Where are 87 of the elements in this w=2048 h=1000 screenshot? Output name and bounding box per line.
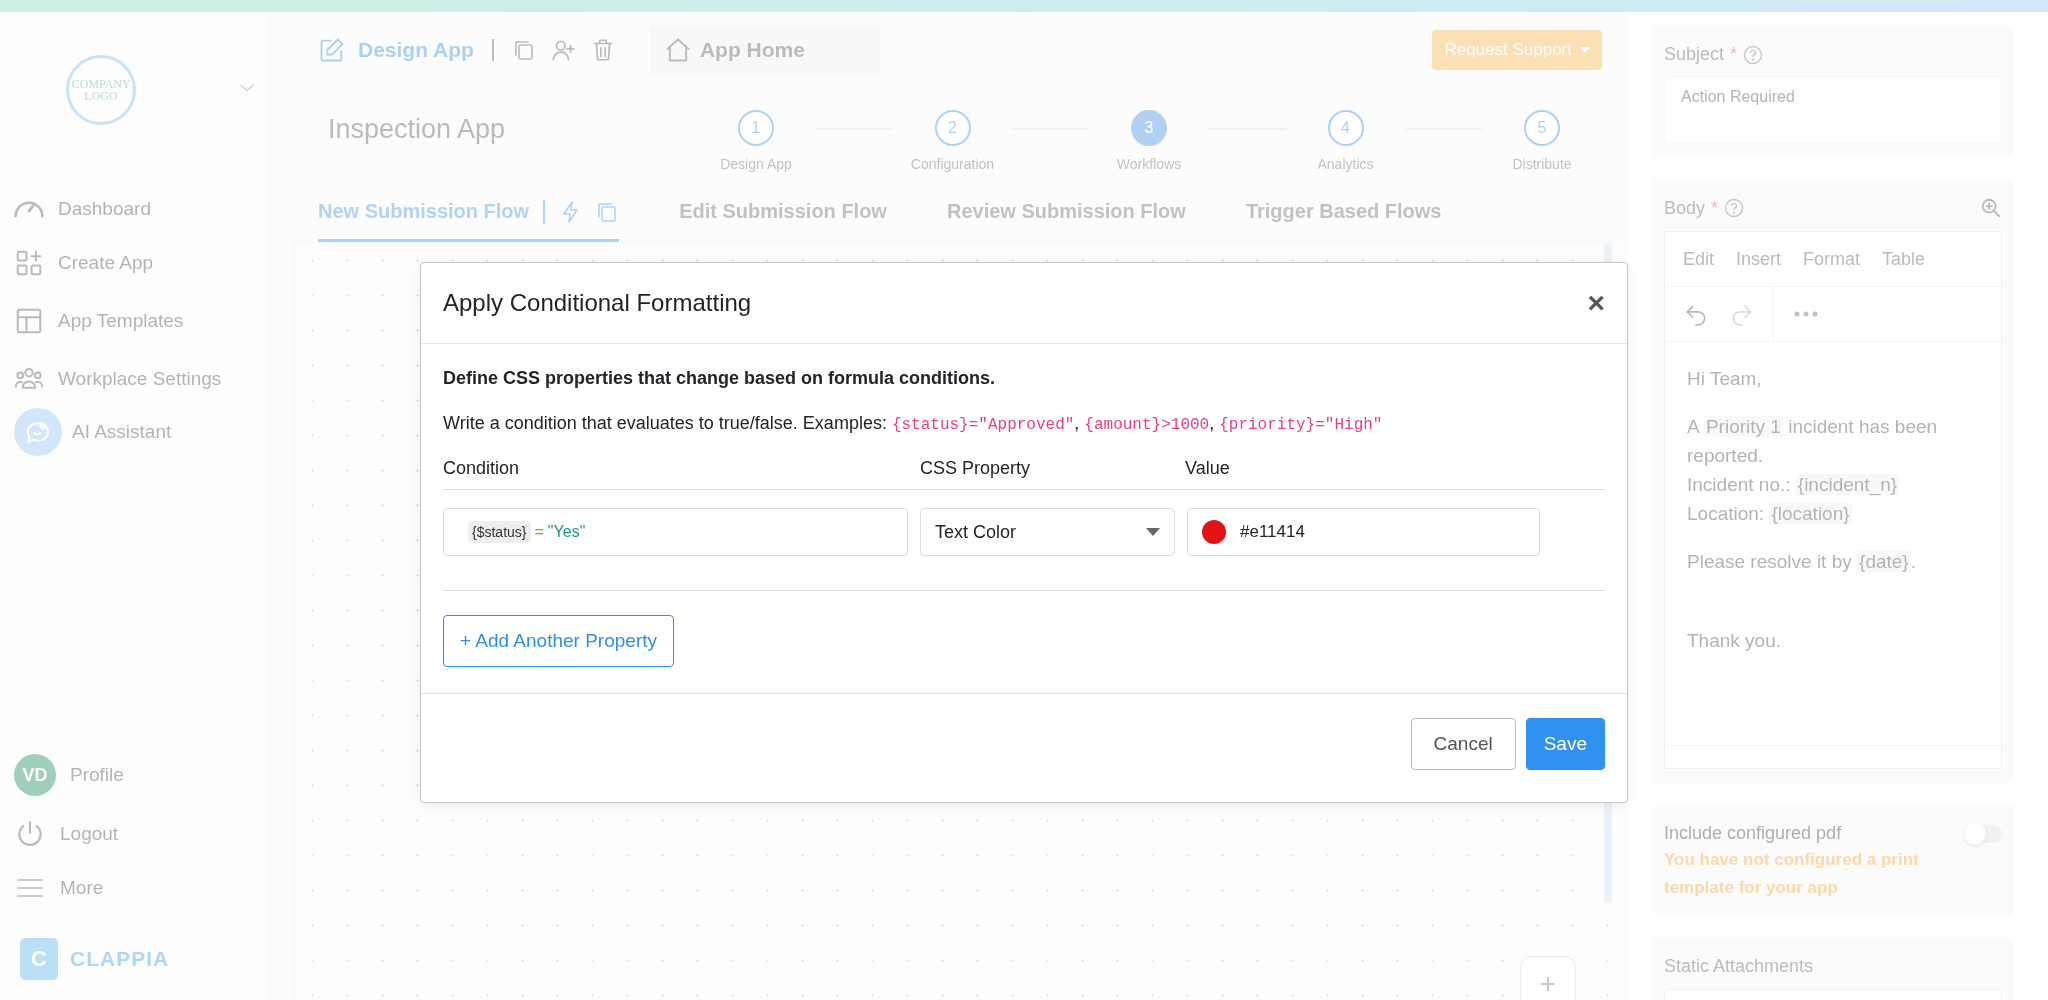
ai-assistant-item[interactable]: AI Assistant [14,408,269,456]
nav-item[interactable]: Logout [14,818,269,850]
add-property-button[interactable]: + Add Another Property [443,615,674,667]
required-mark: * [1730,44,1738,65]
body-text-line: Location: {location} [1687,502,1853,526]
nav-label: Create App [58,252,154,274]
flow-tab[interactable]: Edit Submission Flow [679,184,887,242]
nav-label: Dashboard [58,198,151,220]
step-label: Analytics [1317,156,1374,172]
warning-text: You have not configured a print template for your app [1664,849,1920,899]
add-node-button[interactable]: + [1520,956,1576,1000]
column-header: Value [1185,458,1230,479]
help-icon[interactable] [1743,44,1764,65]
zoom-in-icon[interactable] [1980,197,2002,219]
body-text-line: Thank you. [1687,629,1782,653]
css-property-select[interactable]: Text Color [920,508,1175,556]
nav-item[interactable]: Create App [14,248,269,278]
value-input[interactable]: #e11414 [1187,508,1540,556]
body-text-line: Please resolve it by {date}. [1687,550,1917,574]
field-label: Subject [1664,44,1725,65]
app-home-button[interactable]: App Home [649,26,880,74]
nav-label: Logout [60,823,119,845]
design-app-button[interactable]: Design App [318,36,474,64]
editor-menu-item[interactable]: Table [1882,248,1926,270]
chat-sparkle-icon [14,408,62,456]
body-text-line: Incident no.: {incident_n} [1687,473,1901,498]
step-number: 1 [738,110,774,146]
brand-name: CLAPPIA [70,947,170,971]
nav-item[interactable]: More [14,872,269,904]
app-title: Inspection App [328,114,507,145]
edit-icon [318,36,346,64]
close-button[interactable]: × [1587,288,1605,318]
step-label: Design App [720,156,792,172]
help-icon[interactable] [1724,198,1745,218]
field-label: Static Attachments [1664,956,1815,977]
stepper-step[interactable]: 1 Design App [696,110,816,172]
flow-tab[interactable]: New Submission Flow [318,184,620,242]
nav-label: Profile [70,764,124,786]
nav-item[interactable]: Dashboard [14,198,269,220]
nav-label: App Templates [58,310,184,332]
step-number: 5 [1524,110,1560,146]
field-label: Body [1664,197,1706,219]
grid-plus-icon [14,248,44,278]
condition-input[interactable]: {$status} = "Yes" [443,508,908,556]
layout-icon [14,306,44,336]
brand-logo: C [20,938,58,980]
hint-text: Write a condition that evaluates to true/false. Examples: {status}="Approved", {amount}>1000, {priority}="High" [443,413,1384,434]
step-label: Configuration [910,156,995,172]
company-logo: COMPANY LOGO [66,55,136,125]
rich-text-editor[interactable]: Edit Insert Format Table Hi Team, A Priority 1 incident has been reported. Incident no.: {incident_n} Location: {location} Please resolve it by {date}. Thank you. [1664,231,2002,769]
nav-item[interactable]: App Templates [14,306,269,336]
nav-item[interactable]: Workplace Settings [14,364,269,394]
request-support-button[interactable]: Request Support [1432,30,1602,70]
column-header: Condition [443,458,520,479]
flow-tab[interactable]: Review Submission Flow [946,184,1186,242]
more-icon[interactable] [1794,311,1818,317]
nav-label: AI Assistant [72,421,172,443]
column-header: CSS Property [920,458,1031,479]
intro-text: Define CSS properties that change based on formula conditions. [443,368,997,389]
subject-input[interactable]: Action Required [1664,77,2002,143]
modal-title: Apply Conditional Formatting [443,289,752,317]
toggle-label: Include configured pdf [1664,823,1842,844]
body-text-line: A Priority 1 incident has been reported. [1687,415,1939,468]
gauge-icon [14,200,44,218]
step-number: 2 [934,110,971,146]
stepper-step[interactable]: 3 Workflows [1089,110,1209,172]
editor-menu-item[interactable]: Insert [1736,248,1782,270]
flow-tab[interactable]: Trigger Based Flows [1245,184,1442,242]
body-text-line: Hi Team, [1687,367,1763,391]
nav-item[interactable]: VD Profile [14,754,269,796]
editor-menu-item[interactable]: Edit [1683,248,1715,270]
nav-label: More [60,877,104,899]
stepper-step[interactable]: 2 Configuration [892,110,1013,172]
step-label: Distribute [1512,156,1572,172]
required-mark: * [1711,197,1719,219]
caret-icon [1580,47,1590,53]
nav-label: Workplace Settings [58,368,222,390]
editor-menu-item[interactable]: Format [1803,248,1861,270]
caret-icon [1146,528,1160,536]
save-button[interactable]: Save [1525,718,1605,770]
stepper-step[interactable]: 4 Analytics [1285,110,1406,172]
step-label: Workflows [1116,156,1182,172]
step-number: 3 [1131,110,1167,146]
user-avatar: VD [14,754,56,796]
cancel-button[interactable]: Cancel [1410,718,1516,770]
stepper-step[interactable]: 5 Distribute [1482,110,1602,172]
step-number: 4 [1327,110,1364,146]
